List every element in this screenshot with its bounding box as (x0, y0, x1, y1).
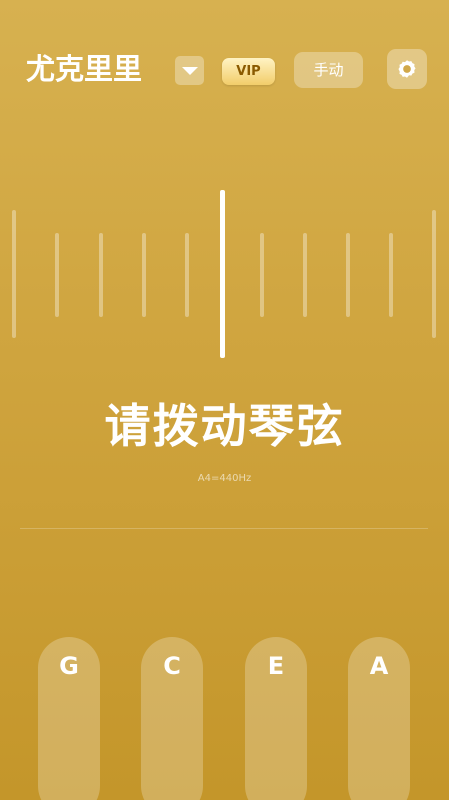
scale-tick (260, 233, 264, 317)
scale-tick (303, 233, 307, 317)
settings-button[interactable] (387, 49, 427, 89)
string-button-e[interactable]: E (245, 637, 307, 800)
scale-tick (99, 233, 103, 317)
scale-tick (346, 233, 350, 317)
string-label: E (267, 652, 285, 680)
gear-icon (398, 60, 416, 78)
pluck-string-prompt: 请拨动琴弦 (104, 399, 345, 453)
instrument-name[interactable]: 尤克里里 (26, 50, 142, 88)
scale-tick (142, 233, 146, 317)
vip-badge[interactable]: VIP (222, 58, 275, 85)
divider (20, 528, 428, 529)
reference-pitch: A4=440Hz (197, 473, 252, 484)
string-button-g[interactable]: G (38, 637, 100, 800)
string-button-a[interactable]: A (348, 637, 410, 800)
string-label: A (369, 652, 389, 680)
scale-tick (432, 210, 436, 338)
string-label: G (59, 652, 79, 680)
string-label: C (163, 652, 181, 680)
instrument-dropdown-button[interactable] (175, 56, 204, 85)
string-button-c[interactable]: C (141, 637, 203, 800)
manual-mode-button[interactable]: 手动 (294, 52, 363, 88)
scale-tick (12, 210, 16, 338)
tuning-needle (220, 190, 225, 358)
scale-tick (389, 233, 393, 317)
tuning-scale (0, 180, 449, 380)
scale-tick (55, 233, 59, 317)
scale-tick (185, 233, 189, 317)
tuner-screen: 尤克里里 VIP 手动 请拨动琴弦 A4=440Hz G C E A (0, 0, 449, 800)
